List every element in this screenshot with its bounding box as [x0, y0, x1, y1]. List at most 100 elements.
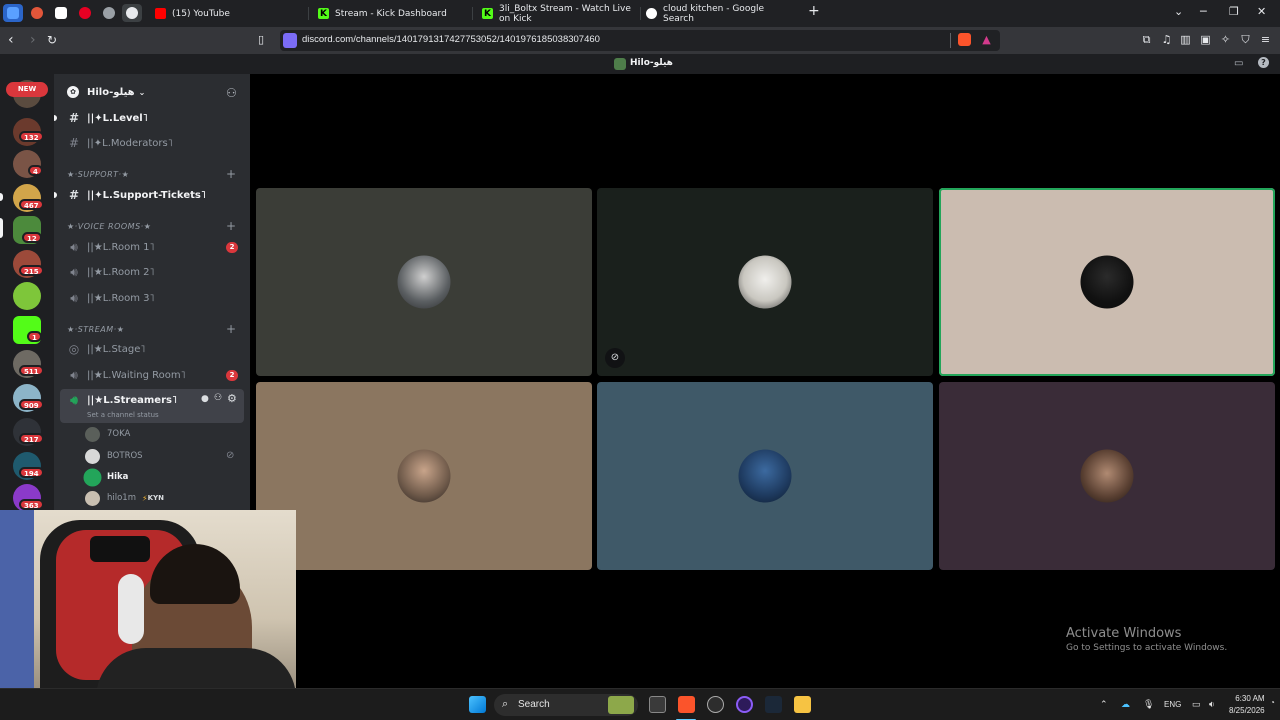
channel-moderators[interactable]: # ||✦L.Moderators˥ — [67, 134, 243, 152]
media-icon[interactable]: ♫ — [1160, 33, 1173, 46]
hashtag-lock-icon: # — [68, 136, 80, 150]
window-title: Hilo-هيلو — [630, 58, 673, 68]
bookmark-icon[interactable]: ▯ — [258, 33, 264, 46]
mention-badge: 12 — [22, 232, 42, 243]
brave-shields-icon[interactable] — [958, 33, 971, 46]
leo-ai-icon[interactable]: ✧ — [1219, 33, 1232, 46]
onedrive-icon[interactable]: ☁ — [1121, 699, 1130, 710]
pinned-tab-5[interactable] — [99, 4, 119, 22]
help-icon[interactable]: ? — [1258, 57, 1269, 68]
search-icon: ⌕ — [502, 697, 509, 710]
invite-user-icon[interactable]: ⚇ — [214, 393, 222, 403]
start-icon[interactable] — [469, 696, 486, 713]
voice-member[interactable]: BOTROS — [85, 448, 143, 464]
voice-member[interactable]: Hika — [85, 469, 128, 485]
category-stream[interactable]: ★·STREAM·★ — [67, 325, 124, 334]
steam-icon[interactable] — [765, 696, 782, 713]
tab-search-icon[interactable]: ⌄ — [1174, 5, 1183, 18]
add-channel-icon[interactable]: + — [226, 219, 236, 233]
back-icon[interactable]: ‹ — [8, 32, 14, 48]
tray-overflow-icon[interactable]: ⌃ — [1100, 699, 1108, 710]
channel-status-hint[interactable]: Set a channel status — [87, 411, 159, 419]
avatar — [738, 255, 792, 309]
channel-stage[interactable]: ◎ ||★L.Stage˥ — [67, 340, 243, 358]
site-permissions-icon[interactable] — [283, 33, 297, 48]
close-window-button[interactable]: ✕ — [1257, 5, 1266, 18]
app-icon[interactable] — [707, 696, 724, 713]
pinned-tab-3[interactable] — [51, 4, 71, 22]
wallet-icon[interactable]: ▣ — [1199, 33, 1212, 46]
channel-support-tickets[interactable]: # ||✦L.Support-Tickets˥ — [67, 186, 243, 204]
headphones — [118, 574, 144, 644]
language-indicator[interactable]: ENG — [1164, 700, 1181, 709]
mention-badge: 132 — [19, 131, 44, 142]
video-tile[interactable] — [256, 188, 592, 376]
channel-sidebar: ✿ Hilo-هيلو ⌄ ⚇ # ||✦L.Level˥ # ||✦L.Mod… — [54, 74, 250, 510]
tab-kick-stream[interactable]: K 3li_Boltx Stream - Watch Live on Kick — [482, 3, 642, 24]
channel-level[interactable]: # ||✦L.Level˥ — [67, 109, 243, 127]
server-header[interactable]: ✿ Hilo-هيلو ⌄ — [67, 86, 145, 98]
channel-waiting-room[interactable]: 🔊︎ ||★L.Waiting Room˥ — [67, 366, 243, 384]
notification-icon[interactable]: ◔ — [1270, 698, 1275, 707]
mention-badge: 363 — [19, 499, 44, 510]
discord-title-bar: Hilo-هيلو ▭ ? — [0, 54, 1280, 74]
avatar — [1080, 449, 1134, 503]
maximize-button[interactable]: ❐ — [1229, 5, 1239, 18]
voice-member[interactable]: 7OKA — [85, 426, 130, 442]
category-voice-rooms[interactable]: ★·VOICE ROOMS·★ — [67, 222, 151, 231]
forward-icon[interactable]: › — [30, 32, 36, 48]
new-badge: NEW — [6, 82, 48, 97]
gear-icon[interactable]: ⚙ — [227, 392, 237, 405]
brave-icon[interactable] — [678, 696, 695, 713]
invite-icon[interactable]: ⚇ — [226, 86, 237, 100]
video-tile[interactable] — [256, 382, 592, 570]
vpn-icon[interactable]: ⛉ — [1239, 33, 1252, 46]
avatar — [85, 469, 100, 485]
add-channel-icon[interactable]: + — [226, 322, 236, 336]
minimize-button[interactable]: ─ — [1200, 5, 1207, 18]
channel-room-1[interactable]: 🔊︎ ||★L.Room 1˥ — [67, 238, 243, 256]
category-support[interactable]: ★·SUPPORT·★ — [67, 170, 129, 179]
mic-icon[interactable]: 🎙︎ — [1143, 699, 1154, 710]
pinned-tab-1[interactable] — [3, 4, 23, 22]
chat-icon[interactable]: ● — [201, 394, 209, 404]
task-view-icon[interactable] — [649, 696, 666, 713]
server-icon[interactable] — [13, 282, 41, 310]
speaker-icon: 🔊︎ — [70, 264, 78, 279]
add-channel-icon[interactable]: + — [226, 167, 236, 181]
video-tile[interactable] — [597, 382, 933, 570]
file-explorer-icon[interactable] — [794, 696, 811, 713]
tab-youtube[interactable]: (15) YouTube — [155, 3, 305, 24]
mention-badge: 194 — [19, 467, 44, 478]
url-field[interactable]: discord.com/channels/1401791317427753052… — [280, 30, 1000, 51]
tab-google-search[interactable]: cloud kitchen - Google Search — [646, 3, 796, 24]
voice-member[interactable]: hilo1m ⚡ KYN — [85, 490, 164, 506]
extensions-icon[interactable]: ⧉ — [1140, 33, 1153, 46]
video-tile[interactable] — [939, 382, 1275, 570]
user-count-badge: 2 — [226, 242, 238, 253]
pinned-tab-pinterest[interactable] — [75, 4, 95, 22]
tab-kick-dashboard[interactable]: K Stream - Kick Dashboard — [318, 3, 468, 24]
brave-rewards-icon[interactable]: ▲ — [980, 33, 993, 46]
new-tab-button[interactable]: + — [808, 3, 820, 19]
menu-icon[interactable]: ≡ — [1259, 33, 1272, 46]
channel-room-2[interactable]: 🔊︎ ||★L.Room 2˥ — [67, 263, 243, 281]
network-icon[interactable]: ▭ — [1192, 699, 1201, 710]
inbox-icon[interactable]: ▭ — [1234, 58, 1243, 69]
reload-icon[interactable]: ↻ — [47, 33, 57, 47]
sidebar-icon[interactable]: ▥ — [1179, 33, 1192, 46]
address-bar: ‹ › ↻ ▯ discord.com/channels/14017913174… — [0, 27, 1280, 54]
video-tile[interactable]: ⊘ — [597, 188, 933, 376]
speaker-icon: 🔊︎ — [70, 239, 78, 254]
taskbar-search[interactable]: ⌕ Search — [494, 694, 638, 716]
system-clock[interactable]: 6:30 AM 8/25/2026 — [1229, 693, 1265, 717]
channel-room-3[interactable]: 🔊︎ ||★L.Room 3˥ — [67, 289, 243, 307]
mention-badge: 1 — [27, 331, 42, 342]
kick-icon: K — [318, 8, 329, 19]
volume-icon[interactable]: 🔉︎ — [1209, 699, 1215, 710]
avatar — [397, 449, 451, 503]
pinned-tab-2[interactable] — [27, 4, 47, 22]
video-tile-speaking[interactable] — [939, 188, 1275, 376]
app-icon[interactable] — [736, 696, 753, 713]
pinned-tab-active[interactable] — [122, 4, 142, 22]
